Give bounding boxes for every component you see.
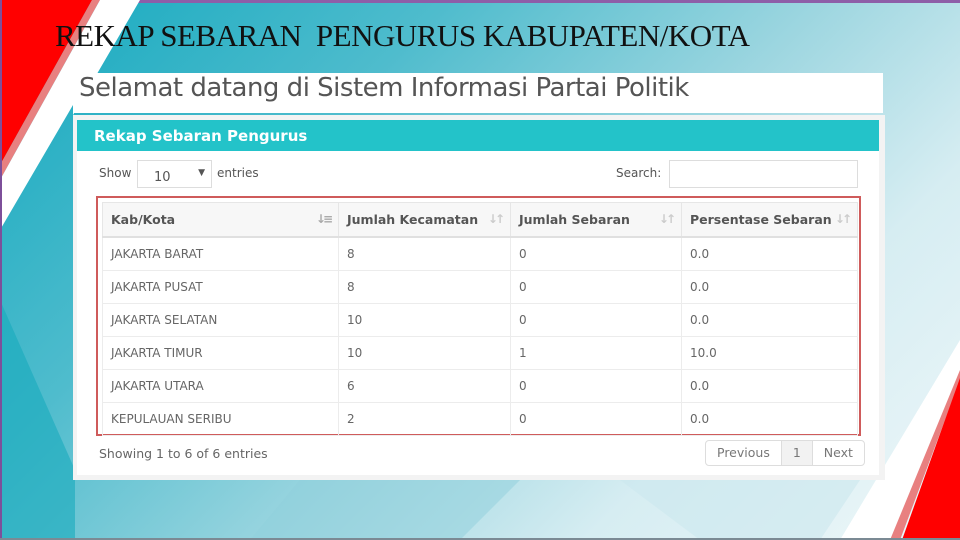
cell-persentase-sebaran: 0.0 — [681, 369, 858, 403]
column-header-jumlah-kecamatan[interactable]: Jumlah Kecamatan ↓↑ — [338, 202, 511, 238]
table-row: JAKARTA UTARA 6 0 0.0 — [102, 369, 858, 403]
sort-ascending-icon: ↓≡ — [315, 212, 333, 226]
sort-both-icon: ↓↑ — [658, 212, 676, 226]
pagination: Previous 1 Next — [705, 440, 865, 466]
table-row: JAKARTA TIMUR 10 1 10.0 — [102, 336, 858, 370]
column-header-label: Kab/Kota — [111, 212, 176, 227]
cell-kab-kota: JAKARTA SELATAN — [102, 303, 339, 337]
entries-select-value: 10 — [154, 170, 171, 185]
table-row: KEPULAUAN SERIBU 2 0 0.0 — [102, 402, 858, 436]
cell-persentase-sebaran: 0.0 — [681, 270, 858, 304]
bg-facet — [250, 480, 520, 540]
slide-left-border — [0, 0, 2, 540]
entries-per-page-select[interactable]: 10 ▼ — [137, 160, 212, 188]
cell-jumlah-kecamatan: 10 — [338, 336, 511, 370]
entries-label: entries — [217, 166, 259, 180]
search-label: Search: — [616, 166, 662, 180]
column-header-persentase-sebaran[interactable]: Persentase Sebaran ↓↑ — [681, 202, 858, 238]
rekap-panel: Rekap Sebaran Pengurus Show 10 ▼ entries… — [73, 115, 885, 480]
column-header-kab-kota[interactable]: Kab/Kota ↓≡ — [102, 202, 339, 238]
cell-persentase-sebaran: 0.0 — [681, 236, 858, 271]
cell-jumlah-kecamatan: 8 — [338, 270, 511, 304]
rekap-table: Kab/Kota ↓≡ Jumlah Kecamatan ↓↑ Jumlah S… — [102, 202, 858, 436]
cell-kab-kota: JAKARTA BARAT — [102, 236, 339, 271]
table-row: JAKARTA BARAT 8 0 0.0 — [102, 236, 858, 271]
bg-facet — [620, 480, 860, 540]
pagination-previous-button[interactable]: Previous — [706, 441, 782, 465]
table-row: JAKARTA SELATAN 10 0 0.0 — [102, 303, 858, 337]
cell-jumlah-sebaran: 1 — [510, 336, 682, 370]
cell-kab-kota: JAKARTA PUSAT — [102, 270, 339, 304]
cell-kab-kota: JAKARTA TIMUR — [102, 336, 339, 370]
cell-jumlah-sebaran: 0 — [510, 236, 682, 271]
slide-title: REKAP SEBARAN PENGURUS KABUPATEN/KOTA — [55, 18, 750, 53]
table-info: Showing 1 to 6 of 6 entries — [99, 446, 268, 461]
pagination-page-1[interactable]: 1 — [781, 441, 813, 465]
cell-jumlah-sebaran: 0 — [510, 303, 682, 337]
column-header-label: Jumlah Kecamatan — [347, 212, 479, 227]
cell-persentase-sebaran: 10.0 — [681, 336, 858, 370]
cell-jumlah-kecamatan: 10 — [338, 303, 511, 337]
caret-down-icon: ▼ — [198, 168, 205, 178]
bg-facet — [0, 300, 75, 540]
cell-jumlah-sebaran: 0 — [510, 369, 682, 403]
cell-jumlah-kecamatan: 2 — [338, 402, 511, 436]
cell-jumlah-kecamatan: 8 — [338, 236, 511, 271]
table-row: JAKARTA PUSAT 8 0 0.0 — [102, 270, 858, 304]
show-label: Show — [99, 166, 132, 180]
column-header-label: Jumlah Sebaran — [519, 212, 630, 227]
table-highlight-box: Kab/Kota ↓≡ Jumlah Kecamatan ↓↑ Jumlah S… — [96, 196, 861, 436]
welcome-text: Selamat datang di Sistem Informasi Parta… — [79, 73, 689, 103]
pagination-next-button[interactable]: Next — [813, 441, 864, 465]
welcome-banner: Selamat datang di Sistem Informasi Parta… — [73, 73, 883, 113]
panel-body: Rekap Sebaran Pengurus Show 10 ▼ entries… — [77, 120, 879, 475]
cell-kab-kota: KEPULAUAN SERIBU — [102, 402, 339, 436]
sort-both-icon: ↓↑ — [834, 212, 852, 226]
column-header-jumlah-sebaran[interactable]: Jumlah Sebaran ↓↑ — [510, 202, 682, 238]
column-header-label: Persentase Sebaran — [690, 212, 832, 227]
panel-title: Rekap Sebaran Pengurus — [94, 127, 308, 145]
cell-kab-kota: JAKARTA UTARA — [102, 369, 339, 403]
sort-both-icon: ↓↑ — [487, 212, 505, 226]
cell-jumlah-kecamatan: 6 — [338, 369, 511, 403]
search-input[interactable] — [669, 160, 858, 188]
cell-persentase-sebaran: 0.0 — [681, 402, 858, 436]
panel-header: Rekap Sebaran Pengurus — [77, 120, 879, 151]
cell-persentase-sebaran: 0.0 — [681, 303, 858, 337]
cell-jumlah-sebaran: 0 — [510, 270, 682, 304]
table-header-row: Kab/Kota ↓≡ Jumlah Kecamatan ↓↑ Jumlah S… — [102, 202, 858, 238]
cell-jumlah-sebaran: 0 — [510, 402, 682, 436]
